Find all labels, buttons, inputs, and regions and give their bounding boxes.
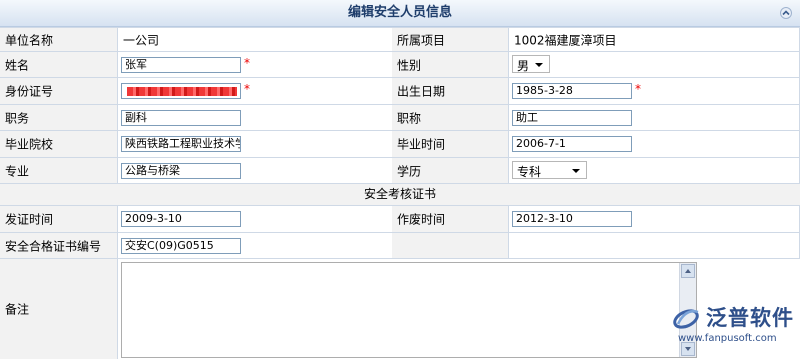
label-remark: 备注 [0,259,118,359]
required-mark: * [635,82,641,96]
label-company: 单位名称 [0,28,118,51]
form-title: 编辑安全人员信息 [347,5,452,20]
duty-input[interactable]: 副科 [121,110,241,126]
void-date-input[interactable]: 2012-3-10 [512,211,632,227]
label-name: 姓名 [0,52,118,77]
empty-label [392,233,509,258]
major-input[interactable]: 公路与桥梁 [121,163,241,179]
chevron-down-icon [535,63,543,67]
label-title: 职称 [392,105,509,130]
label-gender: 性别 [392,52,509,77]
cert-section-title: 安全考核证书 [363,187,436,201]
title-input[interactable]: 助工 [512,110,632,126]
label-school: 毕业院校 [0,131,118,157]
label-duty: 职务 [0,105,118,130]
form-grid: 单位名称 一公司 所属项目 1002福建厦漳项目 姓名 张军 * 性别 男 身份… [0,27,800,359]
empty-cell [509,233,800,258]
redaction-scribble [127,87,237,96]
label-grad: 毕业时间 [392,131,509,157]
row-name: 姓名 张军 * 性别 男 [0,52,800,78]
scroll-up-button[interactable] [681,264,695,278]
row-duty: 职务 副科 职称 助工 [0,105,800,131]
label-void: 作废时间 [392,206,509,232]
name-input[interactable]: 张军 [121,57,241,73]
label-cert-number: 安全合格证书编号 [0,233,118,258]
fanpu-logo-icon [673,309,699,329]
label-project: 所属项目 [392,28,509,51]
required-mark: * [244,82,250,96]
grad-date-input[interactable]: 2006-7-1 [512,136,632,152]
remark-textarea[interactable] [121,262,697,358]
education-select[interactable]: 专科 [512,161,587,179]
cert-number-input[interactable]: 交安C(09)G0515 [121,238,241,254]
form-header: 编辑安全人员信息 [0,0,800,27]
arrow-up-icon [685,269,691,273]
logo-name: 泛普软件 [706,306,794,330]
row-school: 毕业院校 陕西铁路工程职业技术学 毕业时间 2006-7-1 [0,131,800,158]
school-input[interactable]: 陕西铁路工程职业技术学 [121,136,241,152]
cert-section-header: 安全考核证书 [0,184,800,206]
label-issue: 发证时间 [0,206,118,232]
required-mark: * [244,56,250,70]
row-company: 单位名称 一公司 所属项目 1002福建厦漳项目 [0,28,800,52]
value-project: 1002福建厦漳项目 [514,33,617,47]
label-major: 专业 [0,158,118,183]
row-issue: 发证时间 2009-3-10 作废时间 2012-3-10 [0,206,800,233]
label-id: 身份证号 [0,78,118,104]
issue-date-input[interactable]: 2009-3-10 [121,211,241,227]
collapse-up-icon[interactable] [780,7,792,19]
label-birth: 出生日期 [392,78,509,104]
chevron-down-icon [572,169,580,173]
birth-date-input[interactable]: 1985-3-28 [512,83,632,99]
row-id: 身份证号 * 出生日期 1985-3-28 * [0,78,800,105]
fanpu-logo: 泛普软件 www.fanpusoft.com [668,300,798,350]
value-company: 一公司 [123,33,160,47]
logo-url: www.fanpusoft.com [678,333,777,344]
row-cert-number: 安全合格证书编号 交安C(09)G0515 [0,233,800,259]
row-major: 专业 公路与桥梁 学历 专科 [0,158,800,184]
id-number-input[interactable] [121,83,241,99]
label-edu: 学历 [392,158,509,183]
gender-select[interactable]: 男 [512,55,550,73]
